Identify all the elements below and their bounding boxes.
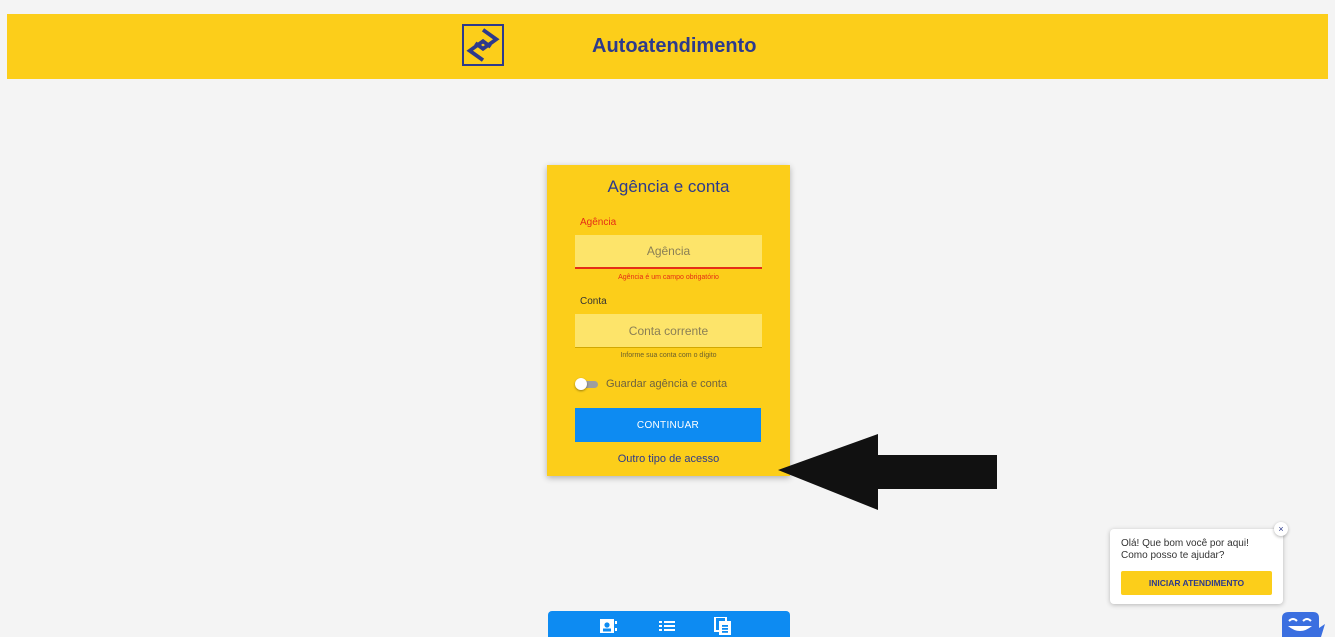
contact-card-icon[interactable]: [600, 617, 618, 635]
chat-message: Olá! Que bom você por aqui! Como posso t…: [1121, 538, 1249, 562]
toggle-thumb: [575, 378, 587, 390]
chat-bubble: Olá! Que bom você por aqui! Como posso t…: [1110, 529, 1283, 604]
continue-button[interactable]: CONTINUAR: [575, 408, 761, 442]
start-chat-button[interactable]: INICIAR ATENDIMENTO: [1121, 571, 1272, 595]
list-icon[interactable]: [658, 617, 676, 635]
black-arrow-pointing-left-icon: [778, 434, 997, 510]
chat-close-icon[interactable]: ×: [1274, 522, 1288, 536]
agencia-error-text: Agência é um campo obrigatório: [618, 274, 719, 281]
chat-line-2: Como posso te ajudar?: [1121, 550, 1225, 561]
remember-toggle[interactable]: [575, 378, 599, 390]
chat-line-1: Olá! Que bom você por aqui!: [1121, 538, 1249, 549]
agencia-label: Agência: [580, 217, 617, 228]
agencia-input[interactable]: [575, 235, 762, 269]
chatbot-face-icon[interactable]: [1279, 610, 1325, 637]
remember-row: Guardar agência e conta: [575, 377, 727, 391]
login-card: Agência e conta Agência Agência é um cam…: [547, 165, 790, 476]
bank-logo-icon[interactable]: [462, 24, 504, 66]
conta-input[interactable]: [575, 314, 762, 348]
remember-label[interactable]: Guardar agência e conta: [606, 378, 727, 390]
other-access-link[interactable]: Outro tipo de acesso: [547, 453, 790, 465]
card-title: Agência e conta: [607, 177, 730, 196]
conta-hint-text: Informe sua conta com o dígito: [620, 352, 717, 359]
document-icon[interactable]: [714, 617, 732, 635]
header-bar: Autoatendimento: [7, 14, 1328, 79]
bottom-nav: [548, 611, 790, 637]
conta-label: Conta: [580, 296, 607, 307]
page-title: Autoatendimento: [592, 35, 757, 57]
